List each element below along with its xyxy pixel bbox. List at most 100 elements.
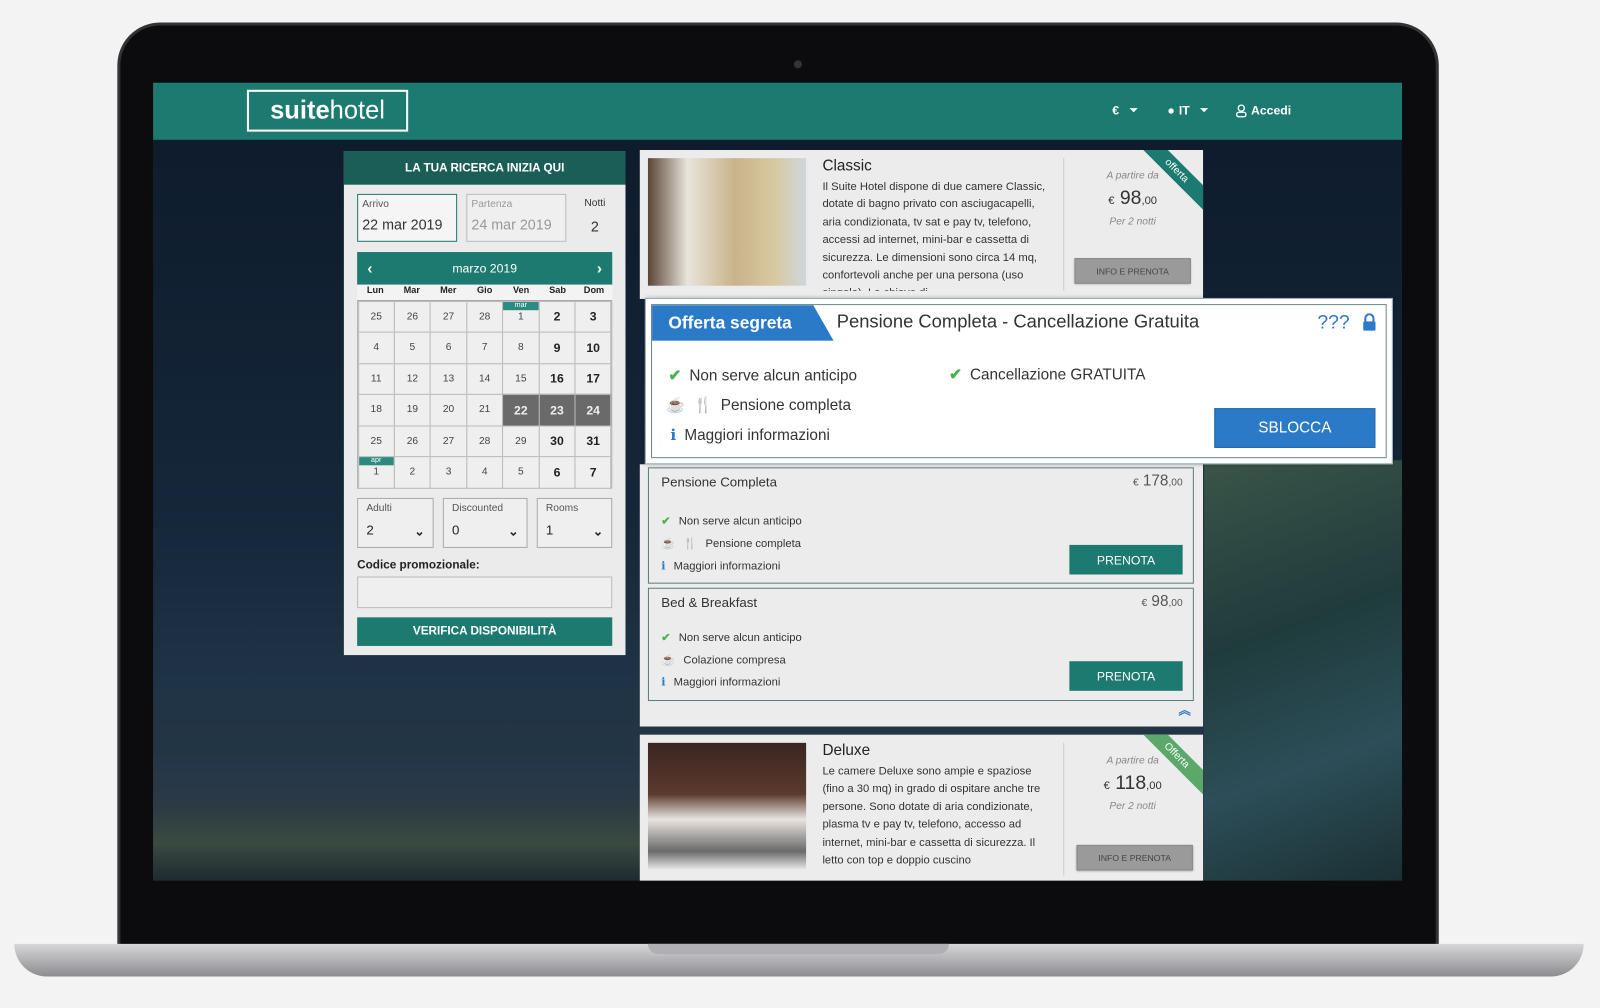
calendar-day[interactable]: 7 <box>574 456 612 489</box>
day-number: 5 <box>517 466 524 478</box>
book-button[interactable]: PRENOTA <box>1069 661 1183 691</box>
day-number: 27 <box>442 310 455 323</box>
day-number: 29 <box>515 435 527 447</box>
login-link[interactable]: Accedi <box>1236 103 1291 117</box>
background-photo-terrace <box>1204 460 1403 881</box>
check-availability-button[interactable]: VERIFICA DISPONIBILITÀ <box>357 617 613 646</box>
browser-screen: suite hotel € ● IT Accedi LA TUA RICERCA I… <box>153 82 1403 881</box>
next-month-button[interactable]: › <box>597 260 602 277</box>
more-info-link[interactable]: i Maggiori informazioni <box>670 426 829 444</box>
rate-full-board: Pensione Completa € 178,00 ✔ Non serve al… <box>647 467 1194 584</box>
info-icon: i <box>661 675 666 689</box>
calendar-day[interactable]: 10 <box>574 331 612 364</box>
collapse-chevrons-up-icon[interactable]: ︽ <box>1179 701 1191 718</box>
rates-list: Pensione Completa € 178,00 ✔ Non serve al… <box>639 464 1204 727</box>
calendar-day[interactable]: 2 <box>393 456 431 489</box>
calendar-day[interactable]: 3 <box>429 456 468 489</box>
day-number: 5 <box>409 342 416 354</box>
divider <box>1063 742 1065 876</box>
book-button[interactable]: PRENOTA <box>1069 544 1183 575</box>
calendar-day[interactable]: 6 <box>429 331 468 364</box>
caret-down-icon <box>1199 108 1209 113</box>
calendar-weekdays: Lun Mar Mer Gio Ven Sab Dom <box>357 284 613 300</box>
feature-no-deposit: ✔ Non serve alcun anticipo <box>661 631 802 644</box>
calendar-day[interactable]: 20 <box>429 393 468 427</box>
day-number: 27 <box>442 435 455 447</box>
room-description: Le camere Deluxe sono ampie e spaziose (… <box>822 765 1041 867</box>
weekday-label: Gio <box>477 284 493 295</box>
logo[interactable]: suite hotel <box>246 89 409 132</box>
calendar-day[interactable]: 29 <box>502 424 540 458</box>
calendar-day[interactable]: 18 <box>357 393 395 427</box>
day-number: 1 <box>517 310 524 323</box>
arrival-date-field[interactable]: Arrivo 22 mar 2019 <box>357 193 458 242</box>
room-description: Il Suite Hotel dispone di due camere Cla… <box>822 180 1046 291</box>
currency-dropdown[interactable]: € <box>1112 103 1138 117</box>
info-book-button[interactable]: INFO E PRENOTA <box>1076 844 1193 871</box>
weekday-label: Dom <box>583 284 605 295</box>
calendar-day[interactable]: 3 <box>574 300 612 333</box>
calendar-day[interactable]: 7 <box>466 331 504 364</box>
more-info-link[interactable]: i Maggiori informazioni <box>661 676 780 689</box>
calendar-day[interactable]: 9 <box>538 331 576 364</box>
calendar-day[interactable]: 25 <box>357 424 395 458</box>
calendar-day[interactable]: 13 <box>429 362 468 395</box>
calendar-day[interactable]: 26 <box>393 300 431 333</box>
adults-select[interactable]: Adulti 2 ⌄ <box>357 497 434 548</box>
calendar-day[interactable]: 17 <box>574 362 612 395</box>
calendar-day[interactable]: 2 <box>538 300 576 333</box>
laptop-notch <box>647 943 949 955</box>
info-book-button[interactable]: INFO E PRENOTA <box>1074 258 1191 284</box>
calendar-day[interactable]: 6 <box>538 456 576 489</box>
chevron-down-icon: ⌄ <box>592 524 604 539</box>
calendar-day[interactable]: 26 <box>393 424 431 458</box>
language-dropdown[interactable]: ● IT <box>1167 103 1209 118</box>
day-number: 30 <box>550 433 564 449</box>
search-panel-title: LA TUA RICERCA INIZIA QUI <box>343 151 626 185</box>
calendar-day[interactable]: 11 <box>357 362 395 395</box>
calendar-day[interactable]: 5 <box>502 456 540 489</box>
calendar-day[interactable]: 4 <box>357 331 395 364</box>
calendar-day[interactable]: 15 <box>502 362 540 395</box>
calendar-day[interactable]: 25 <box>357 300 395 333</box>
hidden-price: ??? <box>1317 312 1350 334</box>
calendar-day[interactable]: 4 <box>466 456 504 489</box>
calendar-day[interactable]: 8 <box>502 331 540 364</box>
calendar-day[interactable]: 28 <box>466 300 504 333</box>
coffee-cup-icon: ☕ <box>666 396 686 415</box>
promo-code-input[interactable] <box>357 576 613 609</box>
calendar-day[interactable]: 28 <box>466 424 504 458</box>
calendar-day[interactable]: 21 <box>466 393 504 427</box>
calendar-day[interactable]: 27 <box>429 300 468 333</box>
calendar-day[interactable]: 31 <box>574 424 612 458</box>
calendar-day[interactable]: 14 <box>466 362 504 395</box>
discounted-select[interactable]: Discounted 0 ⌄ <box>442 497 528 548</box>
unlock-button[interactable]: SBLOCCA <box>1214 408 1376 448</box>
day-number: 21 <box>478 404 491 416</box>
day-number: 4 <box>373 342 380 354</box>
calendar-month: marzo 2019 <box>452 261 518 276</box>
globe-icon: ● <box>1167 103 1175 118</box>
day-number: 26 <box>406 310 419 323</box>
prev-month-button[interactable]: ‹ <box>367 260 372 277</box>
day-number: 2 <box>553 309 561 324</box>
offer-ribbon: offerta <box>1141 149 1204 212</box>
calendar-day[interactable]: 27 <box>429 424 468 458</box>
day-number: 17 <box>586 371 600 386</box>
calendar-day[interactable]: 5 <box>393 331 431 364</box>
calendar-day[interactable]: mar 1 <box>502 300 540 333</box>
calendar-day[interactable]: apr 1 <box>357 456 395 489</box>
rooms-select[interactable]: Rooms 1 ⌄ <box>536 497 613 548</box>
calendar-day[interactable]: 12 <box>393 362 431 395</box>
calendar-day[interactable]: 19 <box>393 393 431 427</box>
day-number: 2 <box>409 466 416 478</box>
calendar-day[interactable]: 24 <box>574 393 612 427</box>
day-number: 25 <box>370 310 382 323</box>
departure-date-field[interactable]: Partenza 24 mar 2019 <box>466 193 567 242</box>
calendar-day[interactable]: 30 <box>538 424 576 458</box>
chevron-down-icon: ⌄ <box>508 524 519 539</box>
calendar-day[interactable]: 22 <box>502 393 540 427</box>
calendar-day[interactable]: 23 <box>538 393 576 427</box>
more-info-link[interactable]: i Maggiori informazioni <box>661 559 780 572</box>
calendar-day[interactable]: 16 <box>538 362 576 395</box>
